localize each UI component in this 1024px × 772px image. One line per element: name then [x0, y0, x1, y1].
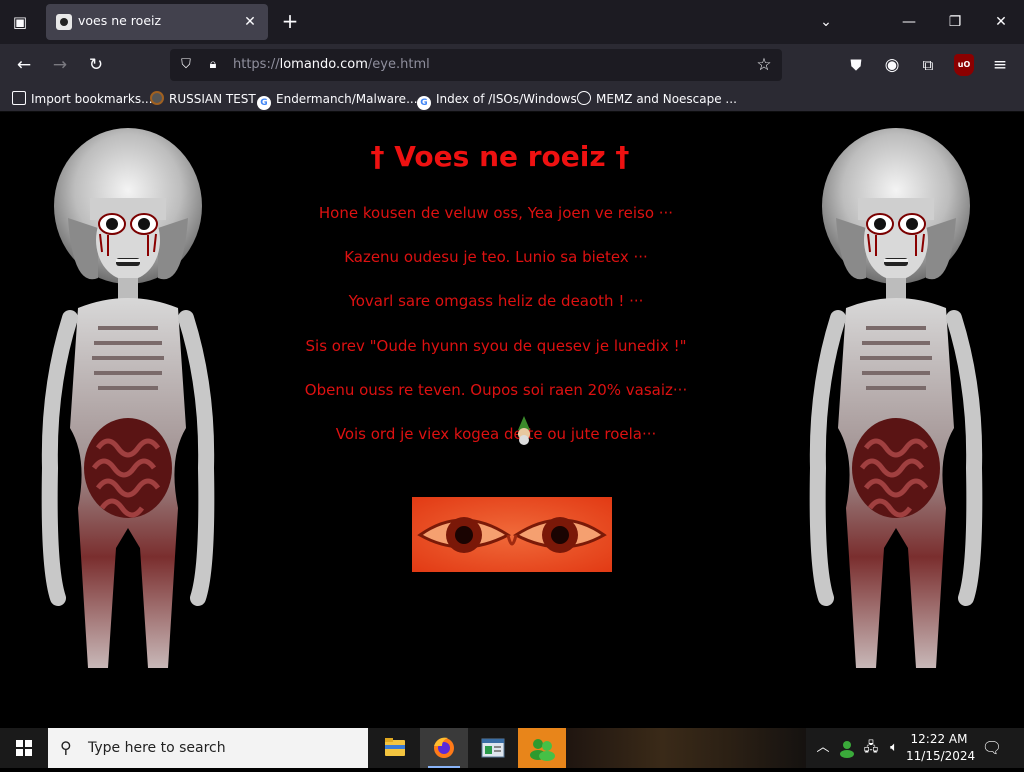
bookmark-russian-test[interactable]: RUSSIAN TEST: [150, 90, 256, 108]
search-icon: ⚲: [60, 738, 72, 757]
menu-hamburger-icon[interactable]: ≡: [986, 52, 1014, 78]
verse-line-3: Yovarl sare omgass heliz de deaoth ! ···: [348, 292, 644, 310]
clock-date: 11/15/2024: [906, 749, 976, 763]
bookmark-label: Import bookmarks...: [31, 92, 153, 106]
app-window-taskbar-button[interactable]: [469, 728, 517, 768]
taskbar-search-box[interactable]: ⚲ Type here to search: [48, 728, 368, 768]
volume-icon[interactable]: 🔈︎: [884, 736, 904, 760]
bookmark-label: Endermanch/Malware...: [276, 92, 418, 106]
web-page-content: † Voes ne roeiz † Hone kousen de veluw o…: [0, 112, 1024, 728]
minimize-button[interactable]: —: [894, 8, 924, 36]
verse-line-5: Obenu ouss re teven. Oupos soi raen 20% …: [304, 381, 688, 399]
search-placeholder: Type here to search: [88, 740, 226, 756]
tab-active[interactable]: voes ne roeiz ✕: [46, 4, 268, 40]
tab-title: voes ne roeiz: [78, 13, 162, 28]
site-favicon-icon: [150, 91, 164, 105]
verse-line-4: Sis orev "Oude hyunn syou de quesev je l…: [305, 337, 687, 355]
account-icon[interactable]: ◉: [878, 52, 906, 78]
back-button[interactable]: ←: [10, 52, 38, 78]
close-window-button[interactable]: ✕: [986, 8, 1016, 36]
network-icon[interactable]: 🖧︎: [861, 736, 881, 760]
url-path: /eye.html: [367, 57, 430, 72]
extensions-puzzle-icon[interactable]: ⧉: [914, 52, 942, 78]
verse-line-2: Kazenu oudesu je teo. Lunio sa bietex ··…: [344, 248, 648, 266]
pocket-icon[interactable]: ⛊: [842, 52, 870, 78]
firefox-taskbar-button[interactable]: [420, 728, 468, 768]
lock-icon[interactable]: 🔒︎: [203, 55, 223, 75]
windows-start-icon[interactable]: [0, 728, 48, 768]
url-host: lomando.com: [279, 57, 368, 72]
forward-button[interactable]: →: [46, 52, 74, 78]
tab-close-icon[interactable]: ✕: [240, 12, 260, 32]
url-text[interactable]: https://lomando.com/eye.html: [233, 57, 430, 72]
import-icon: [12, 91, 26, 105]
taskbar-clock[interactable]: 12:22 AM 11/15/2024: [906, 731, 976, 765]
globe-icon: [577, 91, 591, 105]
google-icon: G: [417, 96, 431, 110]
list-all-tabs-icon[interactable]: ▣: [8, 10, 32, 34]
show-hidden-icons-chevron[interactable]: ︿: [813, 736, 833, 760]
notification-center-icon[interactable]: 🗨︎: [980, 736, 1004, 760]
tab-strip: ▣ voes ne roeiz ✕ + ⌄ — ❐ ✕: [0, 0, 1024, 44]
green-buddies-icon: [530, 739, 555, 761]
app-window-icon: [481, 738, 505, 758]
red-eyes-image: [412, 497, 612, 572]
clock-time: 12:22 AM: [910, 732, 968, 746]
site-favicon-icon: [56, 14, 72, 30]
bookmarks-toolbar: Import bookmarks... RUSSIAN TEST G Enderm…: [0, 86, 1024, 112]
bookmark-label: Index of /ISOs/Windows: [436, 92, 577, 106]
tracking-protection-shield-icon[interactable]: ⛉: [176, 55, 196, 75]
address-bar[interactable]: ⛉ 🔒︎ https://lomando.com/eye.html ☆: [170, 49, 782, 81]
buddy-app-taskbar-button[interactable]: [518, 728, 566, 768]
taskbar-background-art: [566, 728, 806, 768]
animated-cursor-icon: [518, 416, 530, 445]
firefox-icon: [434, 737, 454, 758]
ublock-origin-icon[interactable]: uO: [954, 54, 974, 76]
bookmark-label: MEMZ and Noescape ...: [596, 92, 737, 106]
navigation-toolbar: ← → ↻ ⛉ 🔒︎ https://lomando.com/eye.html …: [0, 44, 1024, 86]
bookmark-label: RUSSIAN TEST: [169, 92, 256, 106]
restore-button[interactable]: ❐: [940, 8, 970, 36]
bookmark-import[interactable]: Import bookmarks...: [12, 90, 153, 108]
google-icon: G: [257, 96, 271, 110]
verse-line-6: Vois ord je viex kogea de te ou jute roe…: [335, 425, 657, 443]
reload-button[interactable]: ↻: [82, 52, 110, 78]
green-person-icon: [840, 741, 854, 758]
verse-line-1: Hone kousen de veluw oss, Yea joen ve re…: [318, 204, 674, 222]
windows-taskbar: ⚲ Type here to search ︿ 🖧︎ 🔈︎ 12:22 AM 1…: [0, 728, 1024, 768]
new-tab-button[interactable]: +: [278, 10, 302, 34]
url-scheme: https://: [233, 57, 280, 72]
bookmark-star-icon[interactable]: ☆: [754, 55, 774, 75]
file-explorer-taskbar-button[interactable]: [371, 728, 419, 768]
bookmark-index-isos[interactable]: G Index of /ISOs/Windows: [417, 90, 577, 110]
tab-overflow-chevron-icon[interactable]: ⌄: [811, 8, 841, 36]
tray-buddy-icon[interactable]: [837, 736, 857, 760]
page-heading: † Voes ne roeiz †: [370, 140, 630, 173]
bookmark-memz[interactable]: MEMZ and Noescape ...: [577, 90, 737, 108]
bookmark-endermanch[interactable]: G Endermanch/Malware...: [257, 90, 418, 110]
folder-icon: [385, 738, 405, 756]
